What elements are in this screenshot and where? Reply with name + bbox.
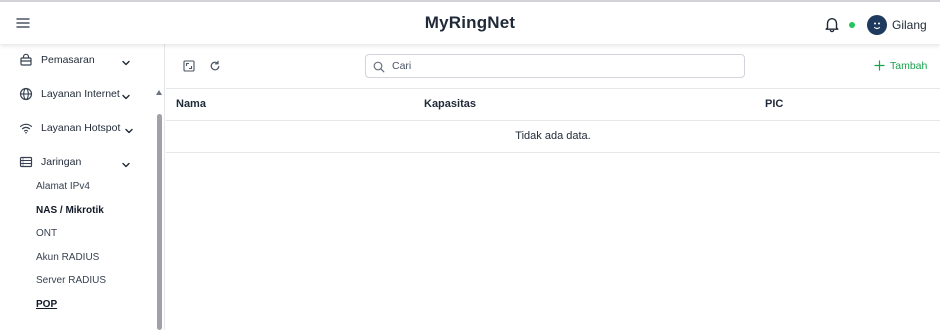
- sidebar-item-layanan-internet[interactable]: Layanan Internet: [0, 83, 152, 107]
- chevron-down-icon[interactable]: [121, 89, 131, 100]
- refresh-icon[interactable]: [208, 59, 222, 73]
- sidebar-item-label: Layanan Internet: [41, 88, 120, 100]
- sidebar-subitem-akun-radius[interactable]: Akun RADIUS: [36, 252, 99, 263]
- bell-icon[interactable]: [823, 15, 841, 33]
- sidebar-subitem-alamat-ipv4[interactable]: Alamat IPv4: [36, 181, 90, 192]
- sidebar-item-label: Layanan Hotspot: [41, 122, 121, 134]
- sidebar: Pemasaran Layanan Internet Layanan Hotsp…: [0, 44, 165, 330]
- wifi-icon: [19, 121, 33, 135]
- sidebar-scrollbar[interactable]: [157, 114, 162, 330]
- main-content: Tambah Nama Kapasitas PIC Tidak ada data…: [166, 44, 940, 330]
- column-header-kapasitas[interactable]: Kapasitas: [424, 98, 476, 110]
- online-status-dot: [849, 22, 855, 28]
- plus-icon: [874, 60, 885, 71]
- column-header-nama[interactable]: Nama: [176, 98, 206, 110]
- search-icon: [373, 60, 385, 73]
- app-header: MyRingNet Gilang: [0, 2, 940, 44]
- table-header: Nama Kapasitas PIC: [166, 88, 940, 121]
- scroll-up-arrow-icon[interactable]: [156, 90, 162, 95]
- search-input[interactable]: [392, 58, 732, 74]
- shop-icon: [19, 53, 33, 67]
- expand-icon[interactable]: [182, 59, 196, 73]
- sidebar-item-pemasaran[interactable]: Pemasaran: [0, 49, 152, 73]
- chevron-down-icon[interactable]: [121, 157, 131, 168]
- globe-icon: [19, 87, 33, 101]
- search-box: [365, 54, 745, 78]
- sidebar-item-layanan-hotspot[interactable]: Layanan Hotspot: [0, 117, 152, 141]
- sidebar-subitem-ont[interactable]: ONT: [36, 228, 57, 239]
- user-name[interactable]: Gilang: [892, 18, 927, 32]
- sidebar-item-label: Pemasaran: [41, 54, 95, 66]
- column-header-pic[interactable]: PIC: [765, 98, 783, 110]
- sidebar-subitem-pop[interactable]: POP: [36, 299, 57, 310]
- table-empty-row: Tidak ada data.: [166, 121, 940, 153]
- sidebar-item-jaringan[interactable]: Jaringan: [0, 151, 152, 175]
- sidebar-item-label: Jaringan: [41, 156, 82, 168]
- chevron-down-icon[interactable]: [124, 123, 134, 134]
- sidebar-subitem-nas-mikrotik[interactable]: NAS / Mikrotik: [36, 205, 104, 216]
- user-avatar[interactable]: [867, 15, 887, 35]
- app-title: MyRingNet: [424, 13, 516, 32]
- server-icon: [19, 155, 33, 169]
- sidebar-subitem-server-radius[interactable]: Server RADIUS: [36, 275, 106, 286]
- empty-message: Tidak ada data.: [515, 130, 591, 142]
- add-button-label: Tambah: [890, 60, 928, 72]
- chevron-down-icon[interactable]: [121, 55, 131, 66]
